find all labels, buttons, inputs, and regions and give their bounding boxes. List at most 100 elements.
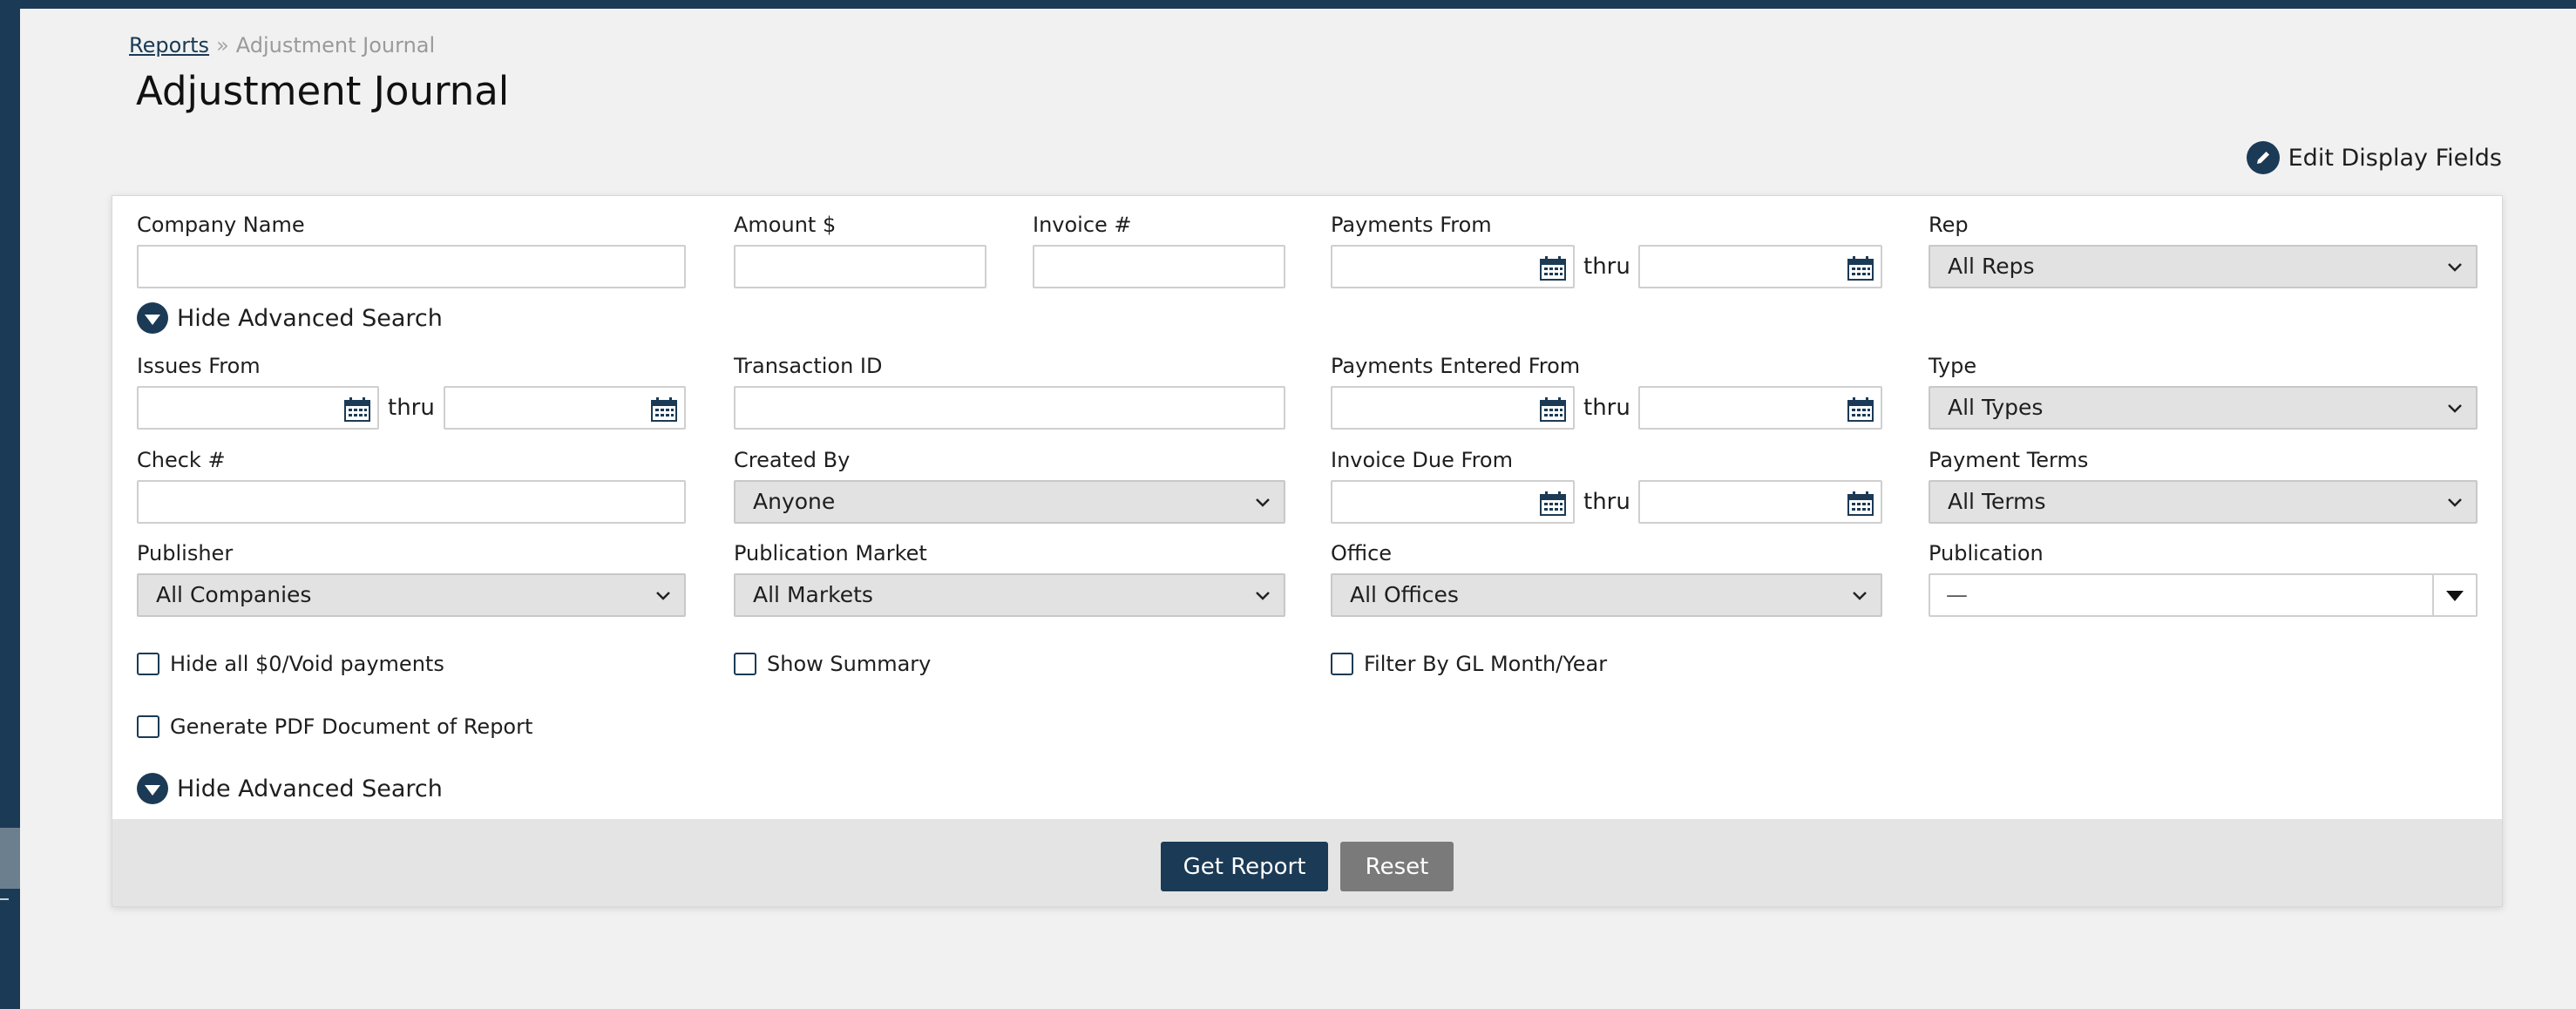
company-name-input[interactable] bbox=[137, 245, 686, 288]
publisher-select-value: All Companies bbox=[156, 582, 312, 607]
issues-from-group: Issues From bbox=[137, 351, 261, 381]
publication-combobox[interactable]: — bbox=[1929, 573, 2478, 617]
filter-gl-label: Filter By GL Month/Year bbox=[1364, 652, 1608, 676]
chevron-down-icon bbox=[2448, 404, 2462, 413]
show-summary-label: Show Summary bbox=[767, 652, 932, 676]
calendar-icon[interactable] bbox=[1540, 397, 1566, 422]
page-title: Adjustment Journal bbox=[136, 68, 510, 114]
hide-zero-void-label: Hide all $0/Void payments bbox=[170, 652, 444, 676]
calendar-icon[interactable] bbox=[651, 397, 677, 422]
created-by-label: Created By bbox=[734, 448, 851, 472]
created-by-group: Created By bbox=[734, 445, 850, 475]
hide-zero-void-checkbox-row[interactable]: Hide all $0/Void payments bbox=[137, 652, 444, 676]
office-select-value: All Offices bbox=[1350, 582, 1459, 607]
payment-terms-group: Payment Terms bbox=[1929, 445, 2088, 475]
invoice-due-start-input[interactable] bbox=[1331, 480, 1575, 524]
publication-group: Publication bbox=[1929, 538, 2044, 568]
publisher-label: Publisher bbox=[137, 541, 234, 565]
payments-from-group: Payments From bbox=[1331, 210, 1492, 240]
breadcrumb-reports-link[interactable]: Reports bbox=[129, 33, 209, 58]
transaction-id-group: Transaction ID bbox=[734, 351, 882, 381]
combobox-divider bbox=[2432, 575, 2434, 615]
edit-display-fields-label: Edit Display Fields bbox=[2288, 144, 2502, 172]
invoice-due-from-label: Invoice Due From bbox=[1331, 448, 1513, 472]
company-name-group: Company Name bbox=[137, 210, 305, 240]
show-summary-checkbox[interactable] bbox=[734, 653, 756, 675]
office-select[interactable]: All Offices bbox=[1331, 573, 1882, 617]
hide-advanced-search-toggle-bottom[interactable]: Hide Advanced Search bbox=[137, 773, 443, 804]
invoice-due-from-group: Invoice Due From bbox=[1331, 445, 1513, 475]
calendar-icon[interactable] bbox=[1847, 256, 1874, 281]
chevron-down-icon bbox=[1256, 498, 1270, 507]
generate-pdf-checkbox-row[interactable]: Generate PDF Document of Report bbox=[137, 714, 532, 739]
issues-from-label: Issues From bbox=[137, 354, 261, 378]
publication-combobox-value: — bbox=[1946, 582, 1968, 607]
created-by-select[interactable]: Anyone bbox=[734, 480, 1285, 524]
type-select-value: All Types bbox=[1948, 395, 2044, 420]
caret-down-icon bbox=[137, 302, 168, 334]
invoice-number-input[interactable] bbox=[1033, 245, 1285, 288]
payment-terms-select-value: All Terms bbox=[1948, 489, 2046, 514]
check-number-label: Check # bbox=[137, 448, 226, 472]
edit-display-fields-button[interactable]: Edit Display Fields bbox=[2246, 141, 2502, 174]
type-select[interactable]: All Types bbox=[1929, 386, 2478, 430]
payments-from-end-input[interactable] bbox=[1638, 245, 1882, 288]
thru-label: thru bbox=[1583, 254, 1630, 280]
hide-advanced-search-toggle[interactable]: Hide Advanced Search bbox=[137, 302, 443, 334]
rep-select[interactable]: All Reps bbox=[1929, 245, 2478, 288]
issues-from-start-input[interactable] bbox=[137, 386, 379, 430]
transaction-id-input[interactable] bbox=[734, 386, 1285, 430]
publication-market-select[interactable]: All Markets bbox=[734, 573, 1285, 617]
payments-entered-from-group: Payments Entered From bbox=[1331, 351, 1580, 381]
get-report-button[interactable]: Get Report bbox=[1161, 842, 1328, 891]
breadcrumb-current: Adjustment Journal bbox=[235, 33, 436, 58]
thru-label: thru bbox=[388, 395, 435, 421]
top-bar bbox=[0, 0, 2576, 9]
type-group: Type bbox=[1929, 351, 1976, 381]
transaction-id-label: Transaction ID bbox=[734, 354, 883, 378]
publisher-select[interactable]: All Companies bbox=[137, 573, 686, 617]
show-summary-checkbox-row[interactable]: Show Summary bbox=[734, 652, 931, 676]
hide-advanced-search-label: Hide Advanced Search bbox=[177, 304, 443, 332]
publication-market-select-value: All Markets bbox=[753, 582, 873, 607]
publisher-group: Publisher bbox=[137, 538, 233, 568]
calendar-icon[interactable] bbox=[1847, 491, 1874, 516]
invoice-due-end-input[interactable] bbox=[1638, 480, 1882, 524]
generate-pdf-label: Generate PDF Document of Report bbox=[170, 714, 533, 739]
thru-label: thru bbox=[1583, 489, 1630, 515]
amount-input[interactable] bbox=[734, 245, 986, 288]
generate-pdf-checkbox[interactable] bbox=[137, 715, 159, 738]
payments-from-label: Payments From bbox=[1331, 213, 1492, 237]
caret-down-icon bbox=[137, 773, 168, 804]
breadcrumb-separator: » bbox=[216, 33, 229, 58]
amount-group: Amount $ bbox=[734, 210, 836, 240]
publication-market-label: Publication Market bbox=[734, 541, 927, 565]
payments-entered-from-label: Payments Entered From bbox=[1331, 354, 1581, 378]
calendar-icon[interactable] bbox=[1847, 397, 1874, 422]
chevron-down-icon bbox=[656, 592, 670, 600]
pencil-icon bbox=[2246, 141, 2280, 174]
calendar-icon[interactable] bbox=[344, 397, 370, 422]
sidebar-active-item[interactable] bbox=[0, 828, 20, 889]
filter-gl-checkbox-row[interactable]: Filter By GL Month/Year bbox=[1331, 652, 1607, 676]
thru-label: thru bbox=[1583, 395, 1630, 421]
issues-from-end-input[interactable] bbox=[444, 386, 686, 430]
payments-entered-end-input[interactable] bbox=[1638, 386, 1882, 430]
chevron-down-icon bbox=[1853, 592, 1867, 600]
check-number-input[interactable] bbox=[137, 480, 686, 524]
type-label: Type bbox=[1929, 354, 1977, 378]
chevron-down-icon bbox=[2448, 263, 2462, 272]
hide-zero-void-checkbox[interactable] bbox=[137, 653, 159, 675]
payment-terms-select[interactable]: All Terms bbox=[1929, 480, 2478, 524]
payments-from-start-input[interactable] bbox=[1331, 245, 1575, 288]
rep-group: Rep bbox=[1929, 210, 1969, 240]
rep-label: Rep bbox=[1929, 213, 1969, 237]
company-name-label: Company Name bbox=[137, 213, 305, 237]
calendar-icon[interactable] bbox=[1540, 256, 1566, 281]
payments-entered-start-input[interactable] bbox=[1331, 386, 1575, 430]
reset-button[interactable]: Reset bbox=[1340, 842, 1454, 891]
created-by-select-value: Anyone bbox=[753, 489, 836, 514]
caret-down-icon[interactable] bbox=[2446, 591, 2464, 601]
filter-gl-checkbox[interactable] bbox=[1331, 653, 1353, 675]
calendar-icon[interactable] bbox=[1540, 491, 1566, 516]
